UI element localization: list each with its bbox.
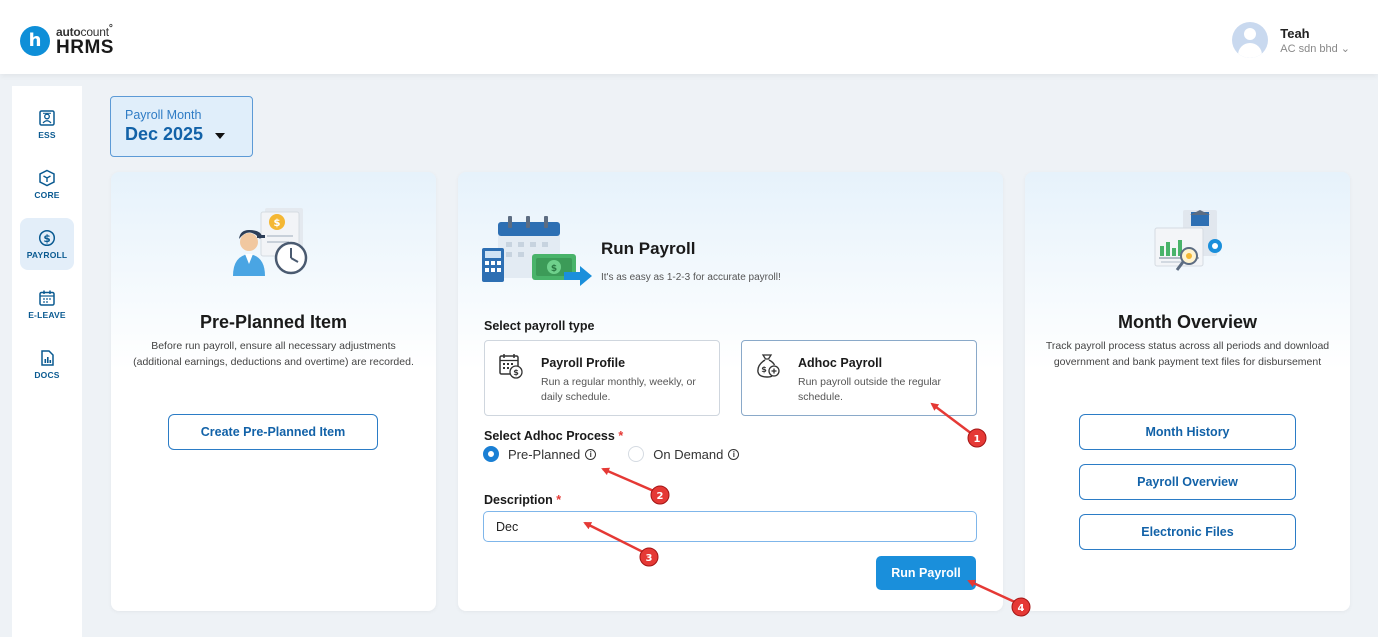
svg-text:$: $ [551,264,557,274]
month-overview-description: Track payroll process status across all … [1045,340,1330,368]
payroll-month-label: Payroll Month [125,108,202,122]
month-history-button[interactable]: Month History [1079,414,1296,450]
cube-icon [39,169,55,186]
sidebar-item-ess[interactable]: ESS [20,98,74,150]
pre-planned-illustration-icon: $ [233,208,308,276]
description-input[interactable] [483,511,977,542]
svg-text:$: $ [761,365,767,374]
payroll-profile-description: Run a regular monthly, weekly, or daily … [541,376,696,404]
ess-icon [39,109,55,126]
sidebar-label-payroll: PAYROLL [26,249,68,260]
user-name: Teah [1280,25,1310,41]
on-demand-option-label[interactable]: On Demand [653,447,723,462]
svg-text:$: $ [274,218,281,229]
description-label: Description * [484,493,562,507]
pre-planned-info-icon[interactable]: i [585,448,597,460]
select-adhoc-process-label: Select Adhoc Process * [484,429,624,443]
run-payroll-calendar-money-icon: $ [482,216,592,286]
payroll-month-value: Dec 2025 [125,124,204,144]
sidebar-label-ess: ESS [38,129,56,140]
pre-planned-card: $ Pre-Planned Item Before run payroll, e… [111,172,436,611]
payroll-profile-title: Payroll Profile [541,356,626,370]
autocount-hrms-logo[interactable]: h autocount° HRMS [20,24,114,57]
calendar-dollar-icon: $ [499,354,523,379]
dollar-icon: $ [38,229,56,246]
pre-planned-description: Before run payroll, ensure all necessary… [133,340,414,368]
logo-badge-icon: h [20,25,50,56]
adhoc-payroll-description: Run payroll outside the regular schedule… [798,376,942,404]
payroll-overview-button[interactable]: Payroll Overview [1079,464,1296,500]
sidebar: ESS CORE $ PAYROLL E-LEAVE DOCS [12,86,82,637]
select-payroll-type-label: Select payroll type [484,319,595,333]
user-company[interactable]: AC sdn bhd ⌄ [1280,42,1350,55]
create-pre-planned-item-button[interactable]: Create Pre-Planned Item [168,414,378,450]
sidebar-label-core: CORE [34,189,60,200]
payroll-month-selector[interactable]: Payroll Month Dec 2025 [110,96,253,157]
run-payroll-subtitle: It's as easy as 1-2-3 for accurate payro… [601,272,781,283]
required-mark: * [556,493,562,507]
logo-text: autocount° HRMS [56,23,114,58]
run-payroll-button[interactable]: Run Payroll [876,556,976,590]
caret-down-icon[interactable] [215,132,226,139]
sidebar-label-docs: DOCS [34,369,60,380]
docs-icon [41,349,54,366]
annotation-4-label: 4 [1018,603,1025,614]
sidebar-item-e-leave[interactable]: E-LEAVE [20,278,74,330]
sidebar-item-payroll[interactable]: $ PAYROLL [20,218,74,270]
month-overview-report-icon [1154,210,1222,271]
month-overview-title: Month Overview [1117,312,1258,332]
logo-mark: ° [108,23,113,34]
run-payroll-title: Run Payroll [601,239,696,258]
pre-planned-title: Pre-Planned Item [199,312,348,332]
user-menu[interactable]: Teah AC sdn bhd ⌄ [1232,22,1350,58]
adhoc-payroll-option[interactable]: $ Adhoc Payroll Run payroll outside the … [741,340,977,416]
calendar-icon [39,290,55,306]
avatar [1232,22,1269,58]
month-overview-card: Month Overview Track payroll process sta… [1025,172,1350,611]
sidebar-item-docs[interactable]: DOCS [20,338,74,390]
payroll-profile-option[interactable]: $ Payroll Profile Run a regular monthly,… [484,340,720,416]
run-payroll-card: $ Run Payroll It's as easy as 1-2-3 for … [458,172,1003,611]
required-mark: * [618,429,624,443]
electronic-files-button[interactable]: Electronic Files [1079,514,1296,550]
sidebar-item-core[interactable]: CORE [20,158,74,210]
pre-planned-option-label[interactable]: Pre-Planned [508,447,580,462]
svg-text:$: $ [43,232,50,244]
adhoc-payroll-title: Adhoc Payroll [798,356,883,370]
sidebar-label-e-leave: E-LEAVE [28,309,66,320]
adhoc-process-radio-group: Pre-Planned i On Demand i [483,446,740,462]
pre-planned-radio[interactable] [483,446,499,462]
logo-big: HRMS [56,37,114,58]
top-header: h autocount° HRMS Teah AC sdn bhd ⌄ [0,0,1378,74]
money-bag-icon: $ [757,354,780,378]
on-demand-radio[interactable] [628,446,645,462]
on-demand-info-icon[interactable]: i [728,448,740,460]
svg-text:$: $ [513,368,519,377]
